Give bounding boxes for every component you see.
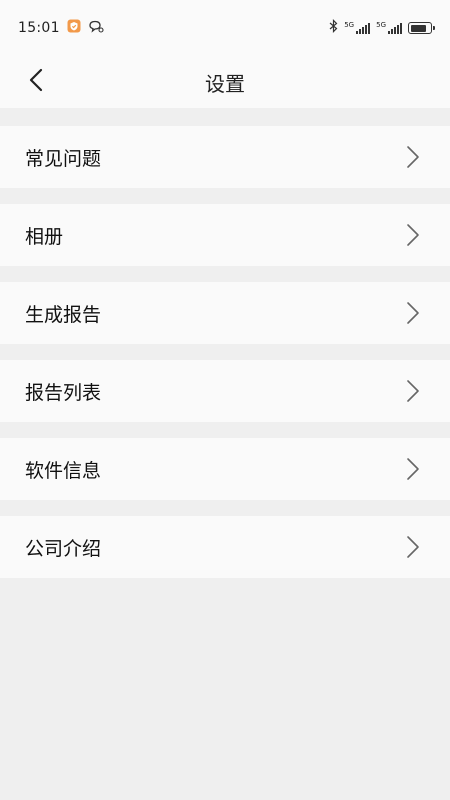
battery-level (410, 24, 426, 32)
battery-icon (408, 22, 435, 34)
chevron-right-icon (406, 457, 420, 481)
settings-item-album[interactable]: 相册 (0, 204, 450, 266)
settings-item-label: 相册 (25, 225, 64, 248)
settings-item-software-info[interactable]: 软件信息 (0, 438, 450, 500)
signal-5g-icon: 5G (376, 22, 402, 34)
status-right: 5G 5G (329, 19, 435, 37)
chevron-right-icon (406, 145, 420, 169)
chevron-right-icon (406, 223, 420, 247)
signal-label: 5G (376, 21, 386, 29)
chat-bubble-icon (88, 19, 104, 37)
signal-label: 5G (344, 21, 355, 29)
settings-item-faq[interactable]: 常见问题 (0, 126, 450, 188)
chevron-right-icon (406, 535, 420, 559)
shield-app-icon (67, 19, 81, 37)
signal-5g-icon: 5G (344, 21, 371, 34)
settings-item-company-intro[interactable]: 公司介绍 (0, 516, 450, 578)
settings-screen: 15:01 5G 5G 设置 常见问题 相册 生成报告 报告列表 软件信息 公司… (0, 0, 450, 800)
settings-item-generate-report[interactable]: 生成报告 (0, 282, 450, 344)
settings-item-report-list[interactable]: 报告列表 (0, 360, 450, 422)
settings-item-label: 生成报告 (25, 303, 102, 326)
status-time: 15:01 (18, 20, 60, 36)
settings-list: 常见问题 相册 生成报告 报告列表 软件信息 公司介绍 (0, 108, 450, 578)
back-button[interactable] (18, 64, 54, 100)
status-left: 15:01 (18, 19, 104, 37)
settings-item-label: 报告列表 (25, 381, 102, 404)
chevron-right-icon (406, 379, 420, 403)
bluetooth-icon (329, 19, 338, 37)
settings-item-label: 软件信息 (25, 459, 102, 482)
status-bar: 15:01 5G 5G (0, 0, 450, 56)
settings-item-label: 公司介绍 (25, 537, 102, 560)
settings-item-label: 常见问题 (25, 147, 102, 170)
chevron-right-icon (406, 301, 420, 325)
page-title: 设置 (205, 71, 245, 96)
header: 设置 (0, 56, 450, 108)
chevron-left-icon (29, 68, 43, 96)
